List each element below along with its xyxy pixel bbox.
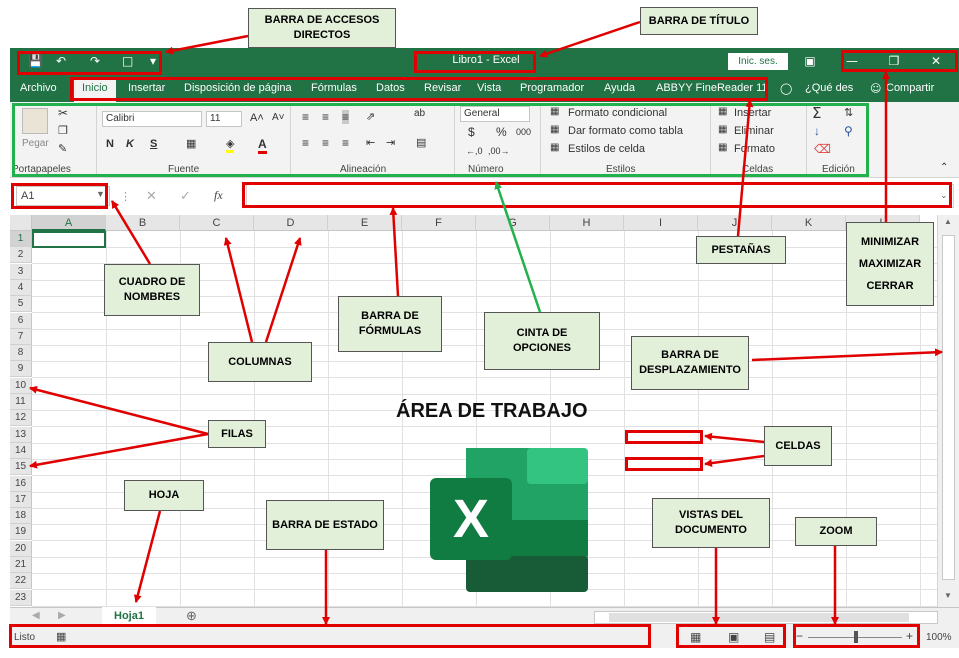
- annotation-arrows: [29, 20, 943, 625]
- callout-scrollbar: BARRA DE DESPLAZAMIENTO: [631, 336, 749, 390]
- arrow-qat: [165, 34, 249, 55]
- callout-columns: COLUMNAS: [208, 342, 312, 382]
- callout-status-bar: BARRA DE ESTADO: [266, 500, 384, 550]
- callout-window-controls: MINIMIZAR MAXIMIZAR CERRAR: [846, 222, 934, 306]
- arrow-row-10: [29, 385, 209, 436]
- callout-qat: BARRA DE ACCESOS DIRECTOS: [248, 8, 396, 48]
- callout-sheet: HOJA: [124, 480, 204, 511]
- callout-zoom: ZOOM: [795, 517, 877, 546]
- callout-cells: CELDAS: [764, 426, 832, 466]
- callout-title-bar: BARRA DE TÍTULO: [640, 7, 758, 35]
- callout-formula-bar: BARRA DE FÓRMULAS: [338, 296, 442, 352]
- arrow-row-15: [29, 432, 209, 469]
- arrow-tabs: [736, 99, 754, 237]
- arrow-scrollbar: [751, 348, 943, 362]
- arrow-column-c: [223, 237, 254, 343]
- arrow-formula-bar: [389, 207, 400, 297]
- arrow-sheet: [133, 510, 162, 603]
- arrow-name-box: [110, 200, 152, 265]
- arrow-title: [539, 20, 641, 58]
- callout-rows: FILAS: [208, 420, 266, 448]
- arrow-cell-1: [704, 432, 765, 444]
- annotated-excel-screenshot: 💾 ↶ ↷ □ ▾ Libro1 - Excel Inic. ses. ▣ — …: [0, 0, 959, 658]
- callout-ribbon: CINTA DE OPCIONES: [484, 312, 600, 370]
- arrow-cell-2: [704, 454, 765, 468]
- callout-tabs: PESTAÑAS: [696, 236, 786, 264]
- callout-views: VISTAS DEL DOCUMENTO: [652, 498, 770, 548]
- arrow-column-d: [264, 237, 302, 343]
- arrow-ribbon: [494, 181, 542, 313]
- callout-name-box: CUADRO DE NOMBRES: [104, 264, 200, 316]
